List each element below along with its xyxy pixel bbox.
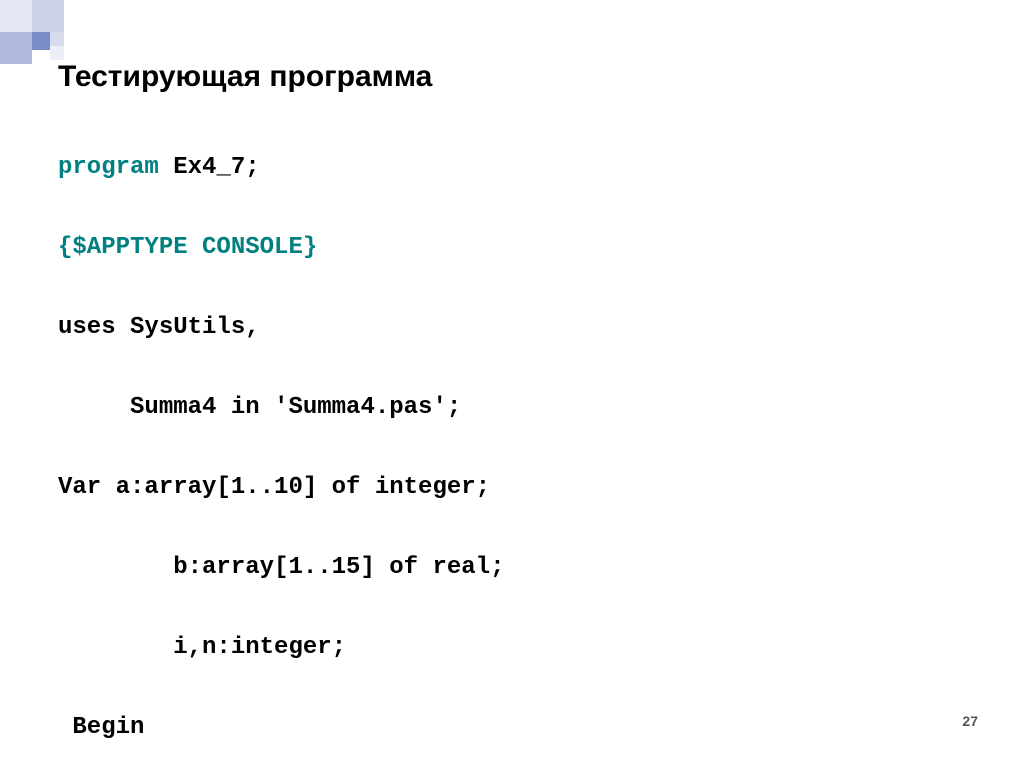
code-line: program Ex4_7; [58, 148, 706, 188]
code-line: Var a:array[1..10] of integer; [58, 468, 706, 508]
page-number: 27 [962, 713, 978, 729]
code-line: i,n:integer; [58, 628, 706, 668]
code-text: Ex4_7; [159, 154, 260, 181]
code-line: Begin [58, 708, 706, 748]
code-line: uses SysUtils, [58, 308, 706, 348]
slide: Тестирующая программа program Ex4_7; {$A… [0, 0, 1024, 767]
code-line: b:array[1..15] of real; [58, 548, 706, 588]
code-line: Summa4 in 'Summa4.pas'; [58, 388, 706, 428]
slide-title: Тестирующая программа [58, 60, 432, 94]
keyword-program: program [58, 154, 159, 181]
code-block: program Ex4_7; {$APPTYPE CONSOLE} uses S… [58, 108, 706, 767]
code-line: {$APPTYPE CONSOLE} [58, 228, 706, 268]
